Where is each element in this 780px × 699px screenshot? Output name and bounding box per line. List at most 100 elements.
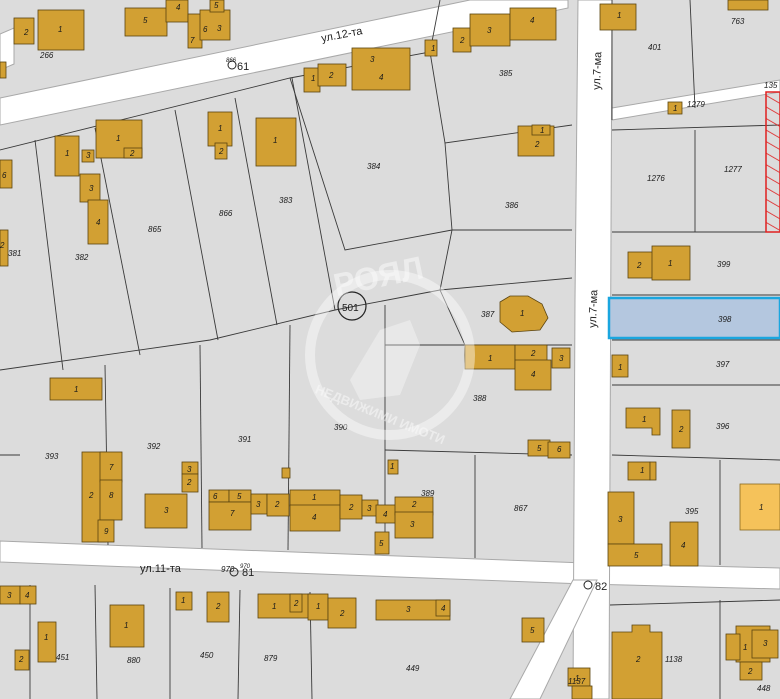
svg-text:3: 3 (406, 605, 411, 614)
svg-text:1: 1 (759, 503, 763, 512)
svg-text:1: 1 (218, 124, 222, 133)
svg-text:3: 3 (487, 26, 492, 35)
svg-text:2: 2 (635, 655, 641, 664)
svg-text:4: 4 (96, 218, 101, 227)
svg-text:1: 1 (124, 621, 128, 630)
svg-text:1: 1 (181, 596, 185, 605)
svg-text:3: 3 (187, 465, 192, 474)
plot-label: 1276 (647, 174, 665, 183)
svg-text:1: 1 (316, 602, 320, 611)
svg-text:2: 2 (0, 241, 5, 250)
svg-text:1: 1 (65, 149, 69, 158)
svg-text:1: 1 (743, 643, 747, 652)
plot-label: 879 (264, 654, 278, 663)
svg-text:1: 1 (431, 44, 435, 53)
svg-text:1: 1 (642, 415, 646, 424)
svg-text:5: 5 (537, 444, 542, 453)
svg-text:1: 1 (58, 25, 62, 34)
svg-text:81: 81 (242, 567, 254, 579)
plot-label: 763 (731, 17, 745, 26)
svg-text:82: 82 (595, 581, 607, 593)
svg-text:3: 3 (89, 184, 94, 193)
svg-text:1: 1 (617, 11, 621, 20)
svg-text:1: 1 (44, 633, 48, 642)
plot-label: 381 (8, 249, 21, 258)
svg-text:1: 1 (673, 104, 677, 113)
plot-label: 382 (75, 253, 89, 262)
plot-label: 383 (279, 196, 293, 205)
svg-text:2: 2 (534, 140, 540, 149)
svg-text:4: 4 (379, 73, 384, 82)
plot-label: 451 (56, 653, 69, 662)
svg-text:2: 2 (348, 503, 354, 512)
svg-text:7: 7 (230, 509, 235, 518)
plot-label: 386 (505, 201, 519, 210)
highlighted-plot-398[interactable] (607, 296, 780, 340)
street-label-ul-7-upper: ул.7-ма (591, 51, 604, 90)
plot-label: 450 (200, 651, 214, 660)
svg-text:4: 4 (312, 513, 317, 522)
svg-text:6: 6 (2, 171, 7, 180)
plot-label: 392 (147, 442, 161, 451)
plot-label: 266 (39, 51, 54, 60)
svg-text:3: 3 (217, 24, 222, 33)
svg-text:3: 3 (164, 506, 169, 515)
plot-label: 1279 (687, 100, 705, 109)
svg-text:2: 2 (218, 147, 224, 156)
svg-text:3: 3 (256, 500, 261, 509)
svg-text:5: 5 (379, 539, 384, 548)
svg-text:4: 4 (681, 541, 686, 550)
svg-text:4: 4 (531, 370, 536, 379)
svg-text:1: 1 (668, 259, 672, 268)
svg-text:2: 2 (186, 478, 192, 487)
svg-text:2: 2 (459, 36, 465, 45)
svg-text:8: 8 (109, 491, 114, 500)
svg-text:7: 7 (190, 36, 195, 45)
plot-label: 396 (716, 422, 730, 431)
svg-text:1: 1 (273, 136, 277, 145)
svg-text:3: 3 (367, 504, 372, 513)
svg-text:2: 2 (88, 491, 94, 500)
svg-text:1: 1 (74, 385, 78, 394)
svg-text:1: 1 (640, 466, 644, 475)
svg-text:6: 6 (203, 25, 208, 34)
svg-text:5: 5 (237, 492, 242, 501)
svg-text:7: 7 (109, 463, 114, 472)
svg-text:2: 2 (293, 599, 299, 608)
svg-text:4: 4 (530, 16, 535, 25)
svg-text:1: 1 (488, 354, 492, 363)
svg-text:1: 1 (116, 134, 120, 143)
svg-text:5: 5 (214, 1, 219, 10)
svg-text:4: 4 (25, 591, 30, 600)
hatched-parcel (765, 91, 780, 233)
svg-text:3: 3 (7, 591, 12, 600)
plot-label: 1277 (724, 165, 742, 174)
svg-text:2: 2 (215, 602, 221, 611)
svg-text:2: 2 (530, 349, 536, 358)
svg-text:1: 1 (618, 363, 622, 372)
svg-text:2: 2 (678, 425, 684, 434)
svg-text:2: 2 (23, 28, 29, 37)
plot-label: 391 (238, 435, 251, 444)
plot-label: 395 (685, 507, 699, 516)
svg-text:3: 3 (410, 520, 415, 529)
svg-text:1: 1 (520, 309, 524, 318)
svg-text:1: 1 (540, 126, 544, 135)
svg-text:3: 3 (370, 55, 375, 64)
svg-text:1: 1 (312, 493, 316, 502)
plot-label: 384 (367, 162, 381, 171)
svg-text:5: 5 (530, 626, 535, 635)
svg-text:3: 3 (763, 639, 768, 648)
street-label-ul-7-lower: ул.7-ма (587, 289, 600, 328)
svg-text:2: 2 (747, 667, 753, 676)
plot-label: 867 (514, 504, 528, 513)
svg-text:2: 2 (411, 500, 417, 509)
svg-text:4: 4 (383, 510, 388, 519)
svg-text:2: 2 (339, 609, 345, 618)
plot-label: 397 (716, 360, 730, 369)
plot-label: 866 (219, 209, 233, 218)
plot-label: 385 (499, 69, 513, 78)
svg-text:2: 2 (328, 71, 334, 80)
cadastral-map[interactable]: 398 2 154 76 35 1234 11 234 121 3 3462 1… (0, 0, 780, 699)
plot-label: 389 (421, 489, 435, 498)
